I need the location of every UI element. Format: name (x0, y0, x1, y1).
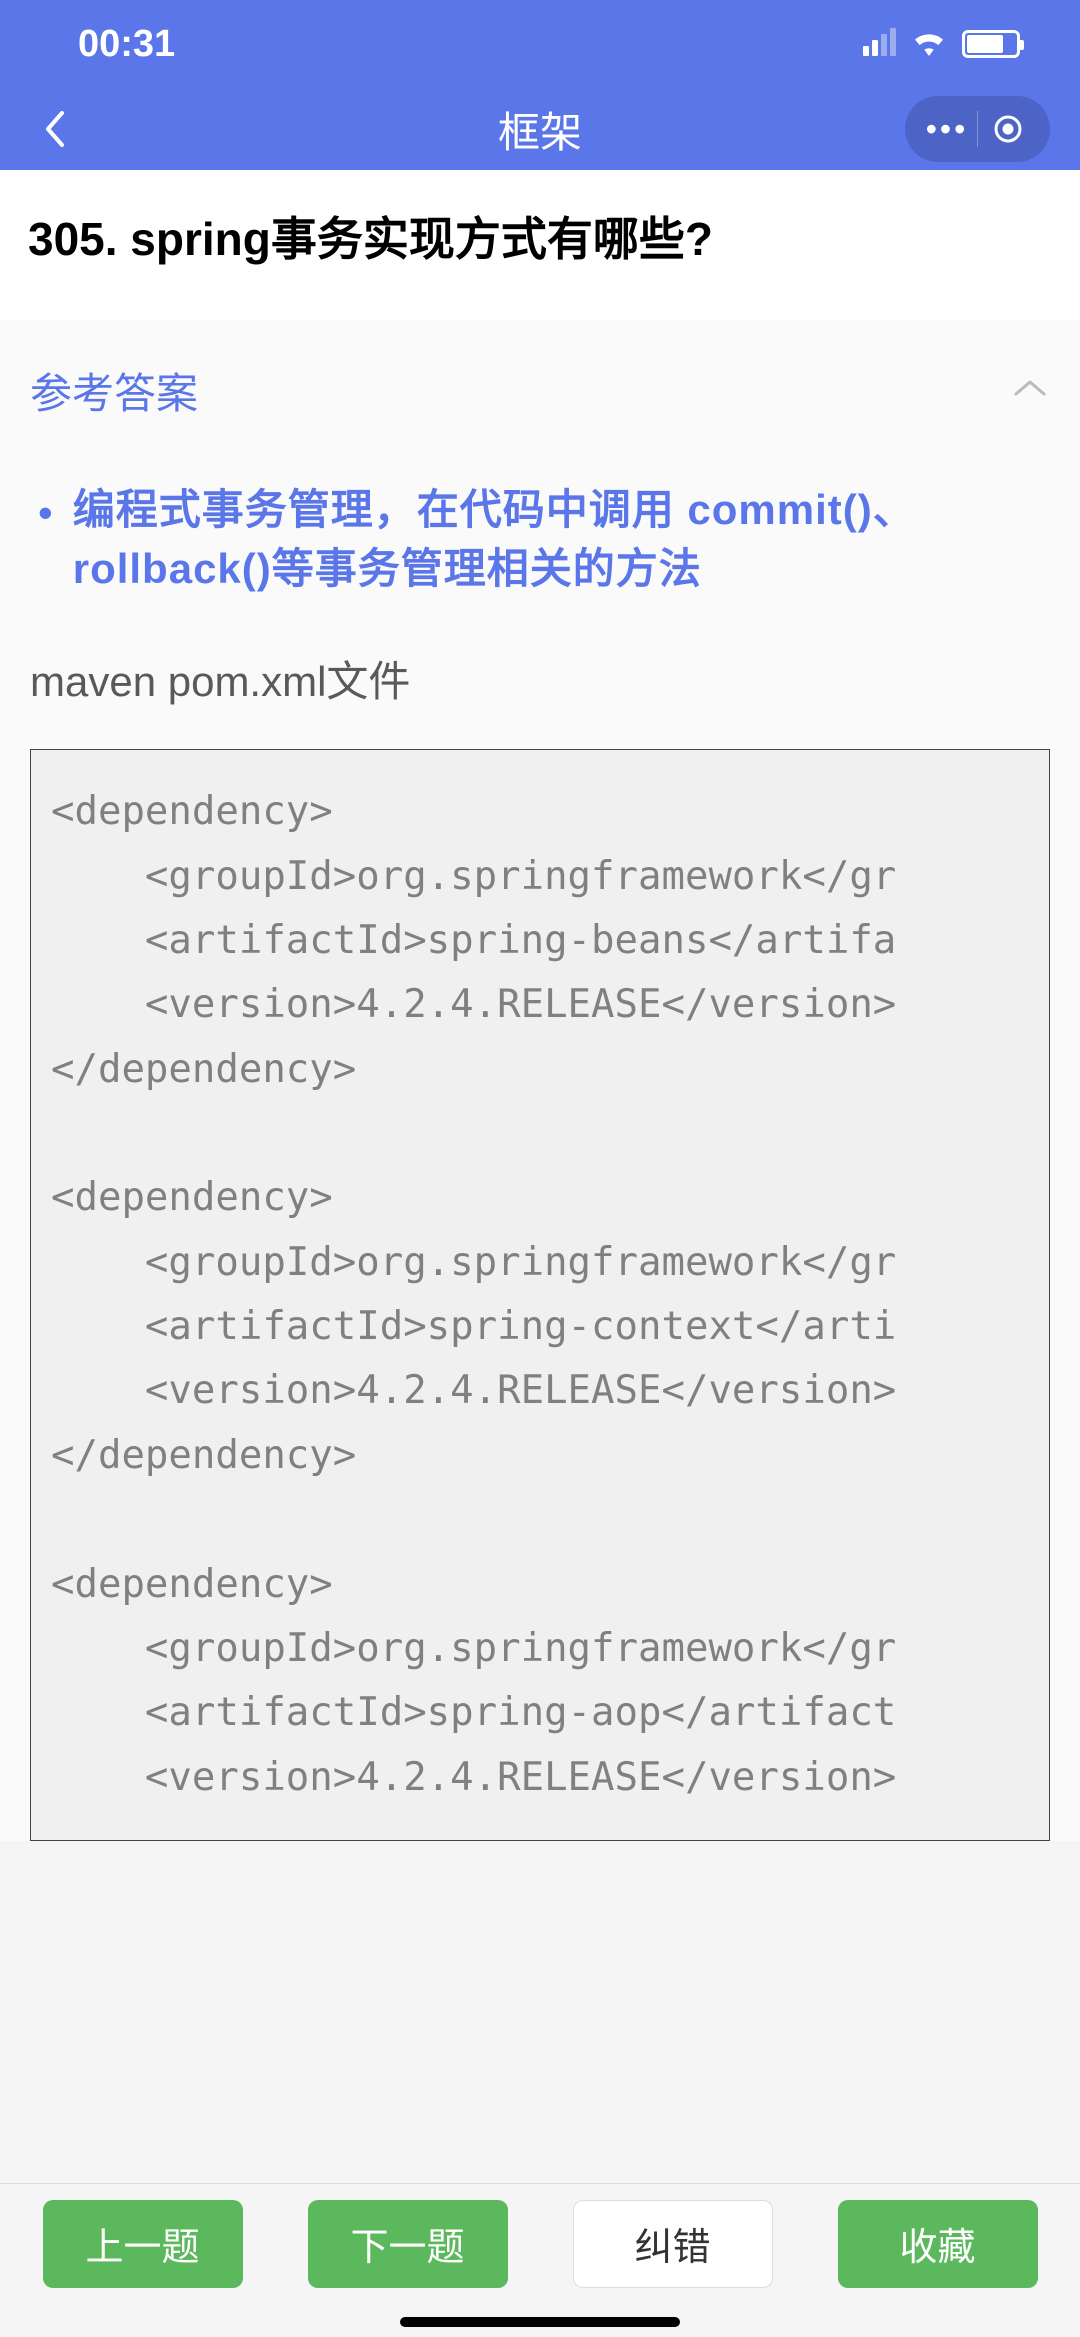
answer-header[interactable]: 参考答案 (30, 360, 1050, 421)
menu-button[interactable]: ••• (917, 99, 977, 159)
question-header: 305. spring事务实现方式有哪些? (0, 170, 1080, 320)
bullet-marker: • (38, 481, 53, 599)
next-button[interactable]: 下一题 (308, 2200, 508, 2288)
back-button[interactable] (30, 105, 78, 153)
answer-label: 参考答案 (30, 360, 198, 421)
nav-bar: 框架 ••• (0, 88, 1080, 170)
bullet-text: 编程式事务管理，在代码中调用 commit()、rollback()等事务管理相… (73, 481, 1050, 599)
file-label: maven pom.xml文件 (30, 648, 1050, 709)
miniapp-capsule: ••• (905, 96, 1050, 162)
answer-bullet: • 编程式事务管理，在代码中调用 commit()、rollback()等事务管… (30, 481, 1050, 599)
code-block[interactable]: <dependency> <groupId>org.springframewor… (30, 749, 1050, 1841)
chevron-up-icon (1010, 376, 1050, 405)
status-time: 00:31 (78, 23, 175, 66)
battery-icon (962, 30, 1020, 58)
home-indicator[interactable] (400, 2317, 680, 2327)
report-button[interactable]: 纠错 (573, 2200, 773, 2288)
status-bar: 00:31 (0, 0, 1080, 88)
prev-button[interactable]: 上一题 (43, 2200, 243, 2288)
question-title: 305. spring事务实现方式有哪些? (28, 210, 1052, 270)
favorite-button[interactable]: 收藏 (838, 2200, 1038, 2288)
nav-title: 框架 (498, 99, 582, 160)
bottom-bar: 上一题 下一题 纠错 收藏 (0, 2183, 1080, 2303)
signal-icon (863, 32, 896, 56)
code-content: <dependency> <groupId>org.springframewor… (51, 780, 1029, 1810)
wifi-icon (910, 28, 948, 61)
status-icons (863, 28, 1020, 61)
answer-section: 参考答案 • 编程式事务管理，在代码中调用 commit()、rollback(… (0, 320, 1080, 1841)
close-button[interactable] (978, 99, 1038, 159)
